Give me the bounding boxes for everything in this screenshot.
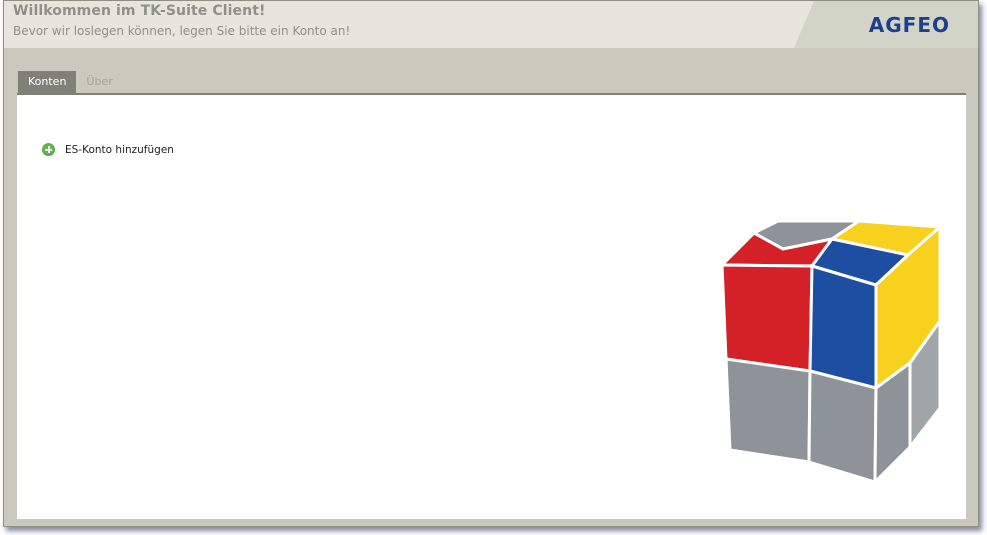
agfeo-logo: AGFEO	[868, 13, 950, 37]
accounts-panel: ES-Konto hinzufügen	[17, 93, 966, 519]
header-banner: Willkommen im TK-Suite Client! Bevor wir…	[4, 1, 978, 48]
tab-konten[interactable]: Konten	[18, 71, 77, 93]
agfeo-cube-graphic	[718, 219, 944, 486]
cube-front-blue	[808, 264, 878, 390]
cube-bottom-left-gray	[724, 357, 812, 464]
cube-front-red	[720, 263, 814, 373]
welcome-subtitle: Bevor wir loslegen können, legen Sie bit…	[13, 24, 351, 38]
tab-bar: Konten Über	[18, 69, 123, 93]
add-account-label: ES-Konto hinzufügen	[65, 143, 174, 156]
plus-circle-icon	[42, 143, 55, 156]
app-window: Willkommen im TK-Suite Client! Bevor wir…	[3, 0, 979, 527]
add-es-account-link[interactable]: ES-Konto hinzufügen	[42, 143, 174, 156]
cube-bottom-center-gray	[807, 369, 878, 485]
tab-ueber[interactable]: Über	[76, 71, 122, 93]
welcome-title: Willkommen im TK-Suite Client!	[13, 3, 266, 19]
